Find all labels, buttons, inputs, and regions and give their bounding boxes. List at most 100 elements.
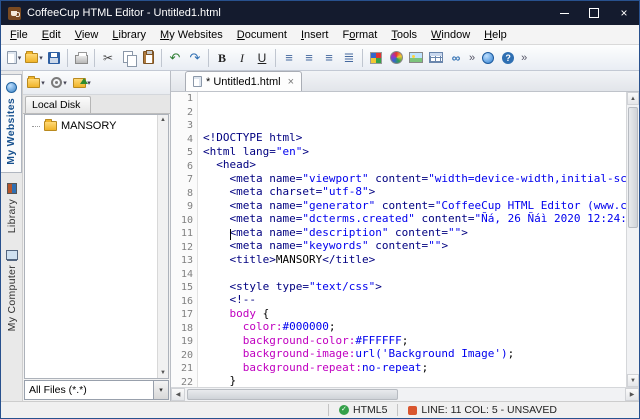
menu-item-window[interactable]: Window <box>424 27 477 43</box>
align-left-button[interactable]: ≡ <box>279 47 299 69</box>
vscroll-thumb[interactable] <box>628 107 638 228</box>
dropdown-caret-icon[interactable]: ▾ <box>18 54 22 62</box>
bold-icon: B <box>214 50 230 66</box>
vertical-scrollbar[interactable]: ▲ ▼ <box>626 92 639 387</box>
editor-main: 12345678910111213141516171819202122 <!DO… <box>171 92 639 387</box>
vscroll-track[interactable] <box>627 105 639 374</box>
file-tree-wrap: MANSORY ▲ ▼ <box>24 114 169 379</box>
file-filter-dropdown[interactable]: All Files (*.*) ▾ <box>24 380 169 400</box>
toolbar-separator <box>94 49 95 67</box>
open-in-browser-button[interactable] <box>478 47 498 69</box>
menu-item-format[interactable]: Format <box>335 27 384 43</box>
open-file-button[interactable]: ▾ <box>24 47 44 69</box>
scroll-down-button[interactable]: ▼ <box>627 374 639 387</box>
highlight-color-button[interactable] <box>386 47 406 69</box>
code-line[interactable]: color:#000000; <box>203 320 626 334</box>
folder-options-button[interactable]: ▾ <box>49 73 69 93</box>
scroll-left-button[interactable]: ◀ <box>171 388 185 401</box>
font-color-button[interactable] <box>366 47 386 69</box>
scroll-right-button[interactable]: ▶ <box>625 388 639 401</box>
redo-button[interactable]: ↷ <box>185 47 205 69</box>
code-line[interactable]: body { <box>203 307 626 321</box>
document-icon <box>193 76 202 87</box>
copy-button[interactable] <box>118 47 138 69</box>
folder-up-button[interactable]: ▾ <box>72 73 92 93</box>
toolbar-separator <box>362 49 363 67</box>
new-folder-button[interactable]: ▾ <box>26 73 46 93</box>
menu-item-help[interactable]: Help <box>477 27 514 43</box>
menu-item-view[interactable]: View <box>68 27 106 43</box>
scroll-down-icon[interactable]: ▼ <box>160 370 166 376</box>
print-button[interactable] <box>71 47 91 69</box>
save-file-button[interactable] <box>44 47 64 69</box>
code-line[interactable]: <meta name="viewport" content="width=dev… <box>203 172 626 186</box>
align-center-icon: ≡ <box>301 50 317 66</box>
code-line[interactable]: background-image:url('Background Image')… <box>203 347 626 361</box>
insert-image-button[interactable] <box>406 47 426 69</box>
code-line[interactable]: background-repeat:no-repeat; <box>203 361 626 375</box>
align-right-button[interactable]: ≡ <box>319 47 339 69</box>
menu-item-my-websites[interactable]: My Websites <box>153 27 230 43</box>
code-line[interactable]: <!DOCTYPE html> <box>203 131 626 145</box>
code-line[interactable]: <!-- <box>203 293 626 307</box>
bold-button[interactable]: B <box>212 47 232 69</box>
underline-button[interactable]: U <box>252 47 272 69</box>
paste-icon <box>143 51 154 64</box>
new-document-button[interactable]: ▾ <box>4 47 24 69</box>
filter-dropdown-caret-icon[interactable]: ▾ <box>153 381 168 399</box>
cut-button[interactable]: ✂ <box>98 47 118 69</box>
insert-image-icon <box>409 52 423 63</box>
code-line[interactable]: <style type="text/css"> <box>203 280 626 294</box>
code-line[interactable]: <head> <box>203 158 626 172</box>
maximize-button[interactable] <box>579 1 609 25</box>
menu-item-edit[interactable]: Edit <box>35 27 68 43</box>
code-line[interactable]: <html lang="en"> <box>203 145 626 159</box>
undo-button[interactable]: ↶ <box>165 47 185 69</box>
code-line[interactable]: <title>MANSORY</title> <box>203 253 626 267</box>
hscroll-thumb[interactable] <box>187 389 398 400</box>
dropdown-caret-icon[interactable]: ▾ <box>63 79 67 87</box>
tree-item-mansory[interactable]: MANSORY <box>27 119 155 133</box>
align-center-button[interactable]: ≡ <box>299 47 319 69</box>
local-disk-tab[interactable]: Local Disk <box>25 96 91 113</box>
code-line[interactable] <box>203 266 626 280</box>
code-content[interactable]: <!DOCTYPE html><html lang="en"> <head> <… <box>198 92 626 387</box>
close-button[interactable]: × <box>609 1 639 25</box>
insert-link-button[interactable]: ∞ <box>446 47 466 69</box>
code-line[interactable]: <meta name="description" content=""> <box>203 226 626 240</box>
italic-button[interactable]: I <box>232 47 252 69</box>
code-line[interactable]: <meta name="generator" content="CoffeeCu… <box>203 199 626 213</box>
minimize-button[interactable] <box>549 1 579 25</box>
horizontal-scrollbar[interactable]: ◀ ▶ <box>171 387 639 401</box>
sidebar-tab-my-websites[interactable]: My Websites <box>1 74 22 173</box>
dropdown-caret-icon[interactable]: ▾ <box>39 54 43 62</box>
tab-close-icon[interactable]: × <box>288 76 294 88</box>
dropdown-caret-icon[interactable]: ▾ <box>41 79 45 87</box>
toolbar-overflow-chevron[interactable]: » <box>466 52 478 64</box>
code-line[interactable]: <meta name="keywords" content=""> <box>203 239 626 253</box>
scroll-up-icon[interactable]: ▲ <box>160 117 166 123</box>
bullet-list-button[interactable]: ≣ <box>339 47 359 69</box>
toolbar-overflow-chevron[interactable]: » <box>518 52 530 64</box>
sidebar-tab-library[interactable]: Library <box>1 176 22 240</box>
menu-item-file[interactable]: File <box>3 27 35 43</box>
content-area: My Websites Library My Computer ▾ ▾ ▾ Loca… <box>1 71 639 401</box>
menu-item-library[interactable]: Library <box>105 27 153 43</box>
menu-item-insert[interactable]: Insert <box>294 27 336 43</box>
menu-item-document[interactable]: Document <box>230 27 294 43</box>
hscroll-track[interactable] <box>185 388 625 401</box>
menu-item-tools[interactable]: Tools <box>384 27 424 43</box>
code-line[interactable]: background-color:#FFFFFF; <box>203 334 626 348</box>
insert-table-icon <box>429 52 443 63</box>
help-button[interactable]: ? <box>498 47 518 69</box>
editor-tab-untitled1[interactable]: * Untitled1.html × <box>185 71 302 91</box>
insert-table-button[interactable] <box>426 47 446 69</box>
sidebar-tab-my-computer[interactable]: My Computer <box>1 243 22 338</box>
window-title: CoffeeCup HTML Editor - Untitled1.html <box>27 7 221 19</box>
code-line[interactable]: } <box>203 374 626 387</box>
tree-scrollbar[interactable]: ▲ ▼ <box>157 115 168 378</box>
scroll-up-button[interactable]: ▲ <box>627 92 639 105</box>
code-line[interactable]: <meta name="dcterms.created" content="Ñá… <box>203 212 626 226</box>
paste-button[interactable] <box>138 47 158 69</box>
code-line[interactable]: <meta charset="utf-8"> <box>203 185 626 199</box>
